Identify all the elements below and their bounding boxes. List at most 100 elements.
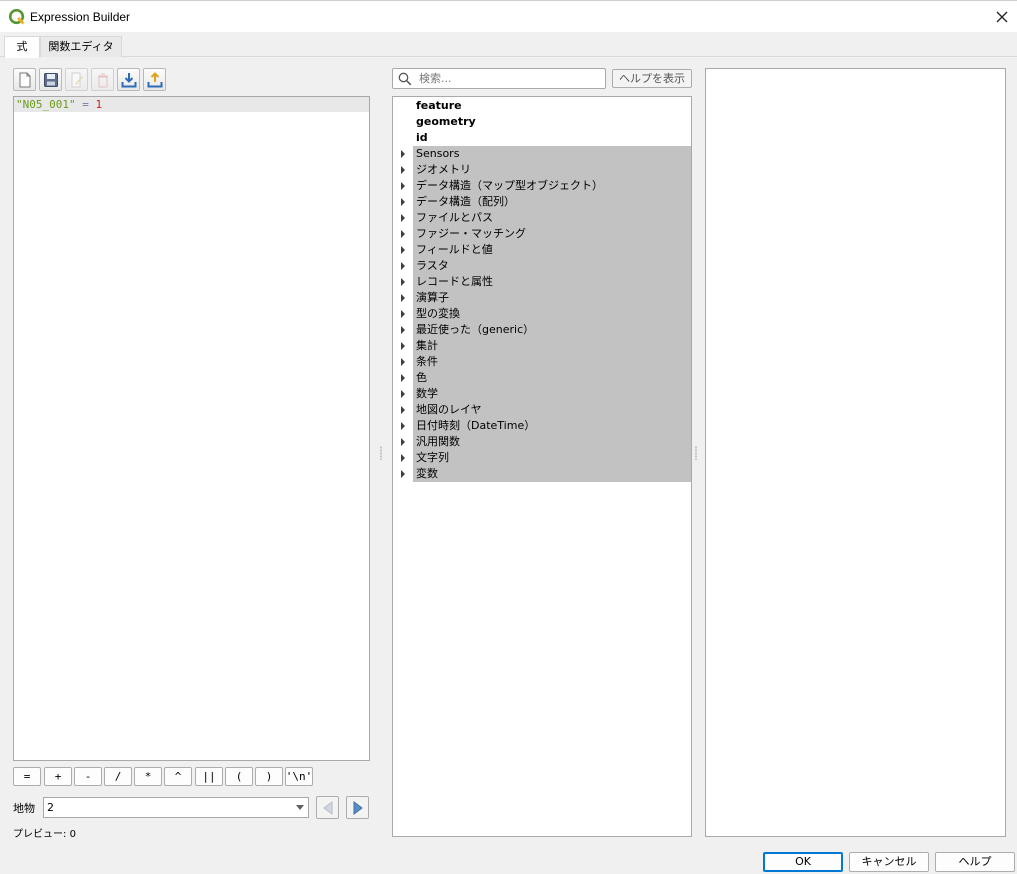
- expression-line[interactable]: "N05_001" = 1: [14, 97, 369, 112]
- expand-arrow-icon[interactable]: [401, 342, 405, 350]
- tree-group[interactable]: 演算子: [393, 290, 691, 306]
- help-button[interactable]: ヘルプ: [935, 852, 1015, 872]
- tree-group[interactable]: 型の変換: [393, 306, 691, 322]
- tree-group-label: 汎用関数: [416, 435, 460, 448]
- expand-arrow-icon[interactable]: [401, 454, 405, 462]
- expand-arrow-icon[interactable]: [401, 422, 405, 430]
- expand-arrow-icon[interactable]: [401, 278, 405, 286]
- save-button[interactable]: [39, 68, 62, 91]
- splitter-handle-left[interactable]: [380, 446, 382, 460]
- expand-arrow-icon[interactable]: [401, 470, 405, 478]
- tab-bar: 式 関数エディタ: [0, 32, 1017, 58]
- tree-group[interactable]: 最近使った（generic）: [393, 322, 691, 338]
- operator-power-button[interactable]: ^: [164, 767, 192, 786]
- expression-editor[interactable]: "N05_001" = 1: [13, 96, 370, 761]
- operator-newline-button[interactable]: '\n': [285, 767, 313, 786]
- next-feature-button[interactable]: [346, 796, 369, 819]
- operator-equals-button[interactable]: =: [13, 767, 41, 786]
- expand-arrow-icon[interactable]: [401, 214, 405, 222]
- chevron-down-icon: [296, 805, 304, 810]
- expand-arrow-icon[interactable]: [401, 150, 405, 158]
- tree-group-label: 色: [416, 371, 427, 384]
- expand-arrow-icon[interactable]: [401, 262, 405, 270]
- tree-group-label: 日付時刻（DateTime）: [416, 419, 536, 432]
- expand-arrow-icon[interactable]: [401, 294, 405, 302]
- tree-group-label: ファジー・マッチング: [416, 227, 526, 240]
- tree-group-highlight: [413, 370, 691, 386]
- qgis-logo-icon: [9, 9, 25, 25]
- tree-group[interactable]: 日付時刻（DateTime）: [393, 418, 691, 434]
- import-button[interactable]: [117, 68, 140, 91]
- search-input[interactable]: [419, 71, 599, 86]
- expand-arrow-icon[interactable]: [401, 230, 405, 238]
- tree-group[interactable]: 文字列: [393, 450, 691, 466]
- arrow-left-icon: [322, 800, 332, 815]
- expand-arrow-icon[interactable]: [401, 182, 405, 190]
- operator-plus-button[interactable]: +: [44, 767, 72, 786]
- tree-group[interactable]: 数学: [393, 386, 691, 402]
- expand-arrow-icon[interactable]: [401, 438, 405, 446]
- tree-group[interactable]: データ構造（マップ型オブジェクト）: [393, 178, 691, 194]
- tree-group-label: データ構造（配列）: [416, 195, 515, 208]
- cancel-button[interactable]: キャンセル: [849, 852, 929, 872]
- search-box[interactable]: [392, 68, 606, 89]
- edit-button[interactable]: [65, 68, 88, 91]
- save-icon: [43, 72, 58, 87]
- arrow-right-icon: [353, 800, 363, 815]
- tree-group[interactable]: レコードと属性: [393, 274, 691, 290]
- expand-arrow-icon[interactable]: [401, 374, 405, 382]
- feature-combo[interactable]: 2: [43, 797, 309, 818]
- operator-open-paren-button[interactable]: (: [225, 767, 253, 786]
- export-button[interactable]: [143, 68, 166, 91]
- ok-button[interactable]: OK: [763, 852, 843, 872]
- splitter-handle-right[interactable]: [695, 446, 697, 460]
- tree-group[interactable]: 集計: [393, 338, 691, 354]
- tree-group[interactable]: データ構造（配列）: [393, 194, 691, 210]
- export-icon: [147, 71, 162, 87]
- operator-minus-button[interactable]: -: [74, 767, 102, 786]
- tree-group[interactable]: ファジー・マッチング: [393, 226, 691, 242]
- tree-group[interactable]: ラスタ: [393, 258, 691, 274]
- tree-item-id[interactable]: id: [393, 130, 691, 146]
- show-help-button[interactable]: ヘルプを表示: [612, 69, 692, 88]
- feature-label: 地物: [13, 802, 35, 815]
- tree-group[interactable]: 汎用関数: [393, 434, 691, 450]
- expand-arrow-icon[interactable]: [401, 358, 405, 366]
- tree-item-feature[interactable]: feature: [393, 98, 691, 114]
- tree-group-label: 最近使った（generic）: [416, 323, 535, 336]
- expand-arrow-icon[interactable]: [401, 390, 405, 398]
- expand-arrow-icon[interactable]: [401, 406, 405, 414]
- tree-group[interactable]: 条件: [393, 354, 691, 370]
- close-icon: [996, 11, 1008, 23]
- function-tree[interactable]: feature geometry id Sensors ジオメトリ データ構造（マップ型オ…: [392, 96, 692, 837]
- expand-arrow-icon[interactable]: [401, 166, 405, 174]
- expand-arrow-icon[interactable]: [401, 246, 405, 254]
- operator-divide-button[interactable]: /: [104, 767, 132, 786]
- tree-group[interactable]: フィールドと値: [393, 242, 691, 258]
- operator-multiply-button[interactable]: *: [134, 767, 162, 786]
- tree-group-highlight: [413, 258, 691, 274]
- tree-group-label: 演算子: [416, 291, 449, 304]
- close-button[interactable]: [987, 1, 1017, 33]
- expand-arrow-icon[interactable]: [401, 326, 405, 334]
- tree-item-geometry[interactable]: geometry: [393, 114, 691, 130]
- tree-group[interactable]: 変数: [393, 466, 691, 482]
- tree-group[interactable]: 地図のレイヤ: [393, 402, 691, 418]
- new-expression-button[interactable]: [13, 68, 36, 91]
- previous-feature-button[interactable]: [316, 796, 339, 819]
- tree-group-label: 変数: [416, 467, 438, 480]
- tree-group-label: 型の変換: [416, 307, 460, 320]
- tab-expression[interactable]: 式: [4, 36, 40, 58]
- tree-group-highlight: [413, 338, 691, 354]
- tree-group[interactable]: ファイルとパス: [393, 210, 691, 226]
- delete-button[interactable]: [91, 68, 114, 91]
- operator-close-paren-button[interactable]: ): [255, 767, 283, 786]
- operator-concat-button[interactable]: ||: [195, 767, 223, 786]
- expand-arrow-icon[interactable]: [401, 310, 405, 318]
- tree-group[interactable]: 色: [393, 370, 691, 386]
- tree-group[interactable]: Sensors: [393, 146, 691, 162]
- import-icon: [121, 72, 136, 87]
- tab-function-editor[interactable]: 関数エディタ: [40, 36, 122, 57]
- tree-group[interactable]: ジオメトリ: [393, 162, 691, 178]
- expand-arrow-icon[interactable]: [401, 198, 405, 206]
